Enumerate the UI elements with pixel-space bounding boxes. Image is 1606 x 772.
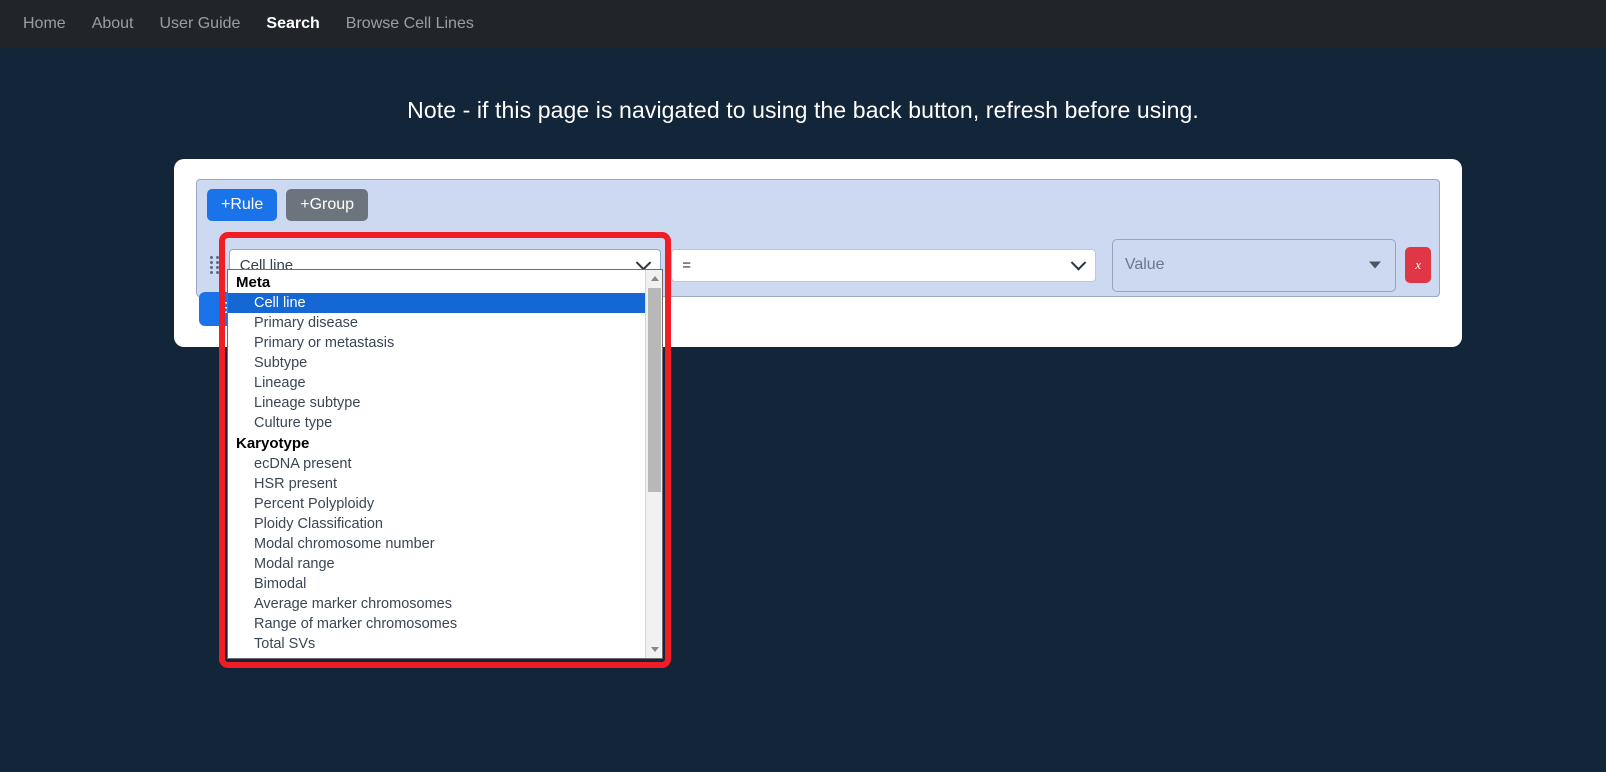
caret-down-icon (1369, 261, 1382, 269)
dropdown-option[interactable]: Modal range (228, 554, 646, 574)
dropdown-option[interactable]: Bimodal (228, 574, 646, 594)
field-dropdown-options: Meta Cell line Primary disease Primary or m… (228, 270, 646, 658)
dropdown-option[interactable]: Culture type (228, 413, 646, 433)
dropdown-option[interactable]: Range of marker chromosomes (228, 614, 646, 634)
nav-link-about[interactable]: About (79, 10, 147, 37)
page-note: Note - if this page is navigated to usin… (407, 97, 1199, 123)
rule-value-input[interactable]: Value (1111, 238, 1397, 292)
nav-link-user-guide[interactable]: User Guide (147, 10, 254, 37)
rule-operator-value: = (682, 256, 692, 274)
dropdown-option[interactable]: Cell line (228, 293, 646, 313)
dropdown-option[interactable]: Lineage (228, 373, 646, 393)
nav-link-browse-cell-lines[interactable]: Browse Cell Lines (333, 10, 487, 37)
rule-value-placeholder: Value (1124, 256, 1165, 273)
chevron-down-icon (1070, 255, 1087, 271)
query-builder-toolbar: +Rule +Group (207, 189, 369, 221)
dropdown-option[interactable]: Percent Polyploidy (228, 494, 646, 514)
dropdown-group-label: Predictions (228, 654, 646, 658)
scroll-down-arrow-icon[interactable] (646, 641, 662, 658)
scroll-up-arrow-icon[interactable] (646, 270, 662, 287)
rule-operator-select[interactable]: = (671, 248, 1096, 282)
dropdown-option[interactable]: Subtype (228, 353, 646, 373)
dropdown-group-label: Meta (236, 274, 271, 291)
dropdown-option[interactable]: Ploidy Classification (228, 514, 646, 534)
field-dropdown-listbox[interactable]: Meta Cell line Primary disease Primary or m… (227, 269, 663, 659)
dropdown-option[interactable]: Average marker chromosomes (228, 594, 646, 614)
add-group-button[interactable]: +Group (286, 189, 369, 221)
dropdown-option[interactable]: Lineage subtype (228, 393, 646, 413)
scrollbar-thumb[interactable] (648, 288, 661, 492)
drag-handle-icon[interactable] (207, 254, 223, 276)
dropdown-option[interactable]: ecDNA present (228, 454, 646, 474)
dropdown-option[interactable]: Primary or metastasis (228, 333, 646, 353)
dropdown-group-label: Karyotype (236, 435, 310, 452)
nav-link-home[interactable]: Home (10, 10, 79, 37)
nav-link-search[interactable]: Search (253, 10, 332, 37)
dropdown-scrollbar[interactable] (645, 270, 662, 658)
dropdown-option[interactable]: HSR present (228, 474, 646, 494)
dropdown-option[interactable]: Primary disease (228, 313, 646, 333)
dropdown-option[interactable]: Total SVs (228, 634, 646, 654)
dropdown-option[interactable]: Modal chromosome number (228, 534, 646, 554)
add-rule-button[interactable]: +Rule (207, 189, 278, 221)
main-navbar: Home About User Guide Search Browse Cell… (0, 0, 1606, 47)
delete-rule-button[interactable]: x (1405, 247, 1431, 283)
